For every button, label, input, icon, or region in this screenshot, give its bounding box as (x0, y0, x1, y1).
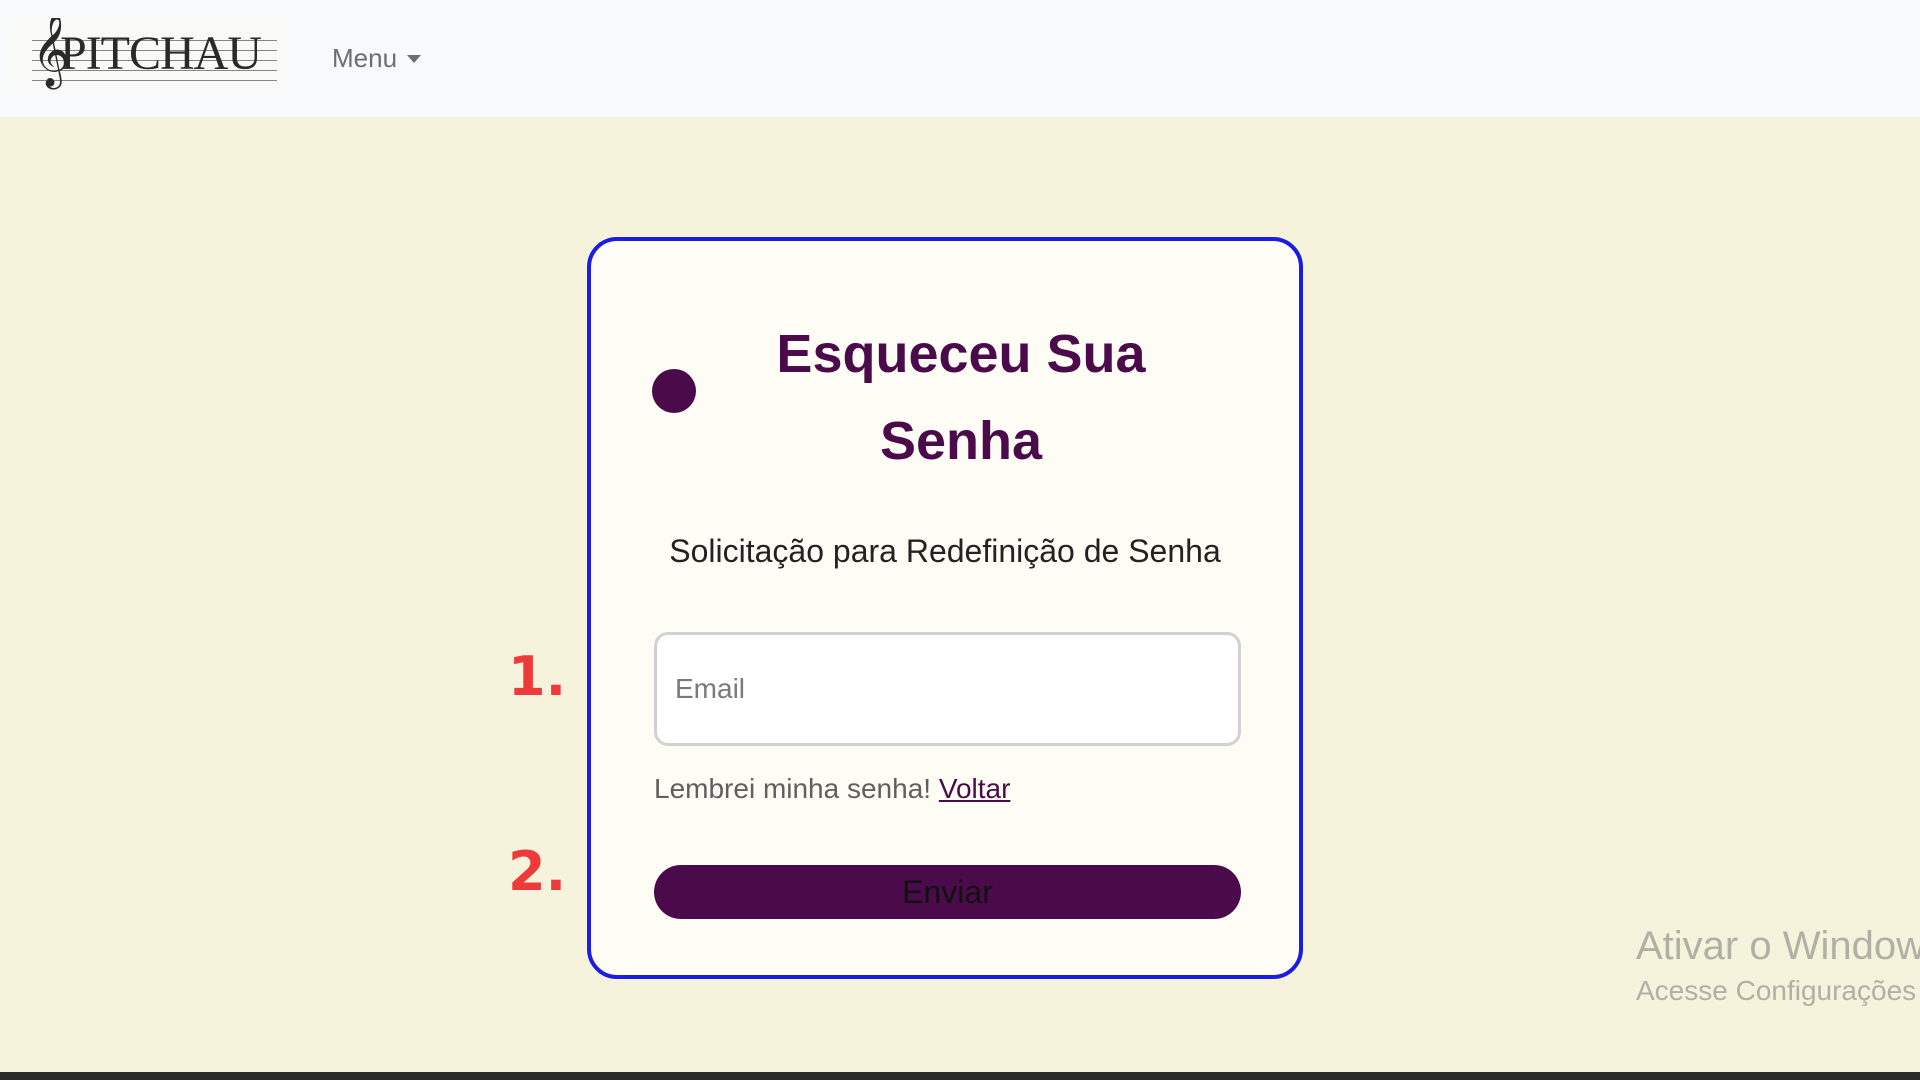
windows-activation-watermark: Ativar o Windows Acesse Configurações (1636, 922, 1920, 1012)
step-2-annotation: 2. (508, 840, 567, 903)
back-link[interactable]: Voltar (939, 773, 1011, 804)
watermark-title: Ativar o Windows (1636, 924, 1920, 968)
bottom-bar (0, 1072, 1920, 1080)
remember-password-text: Lembrei minha senha! (654, 773, 932, 804)
forgot-password-card: Esqueceu Sua Senha Solicitação para Rede… (587, 237, 1303, 979)
pitchau-logo[interactable]: 𝄞 PITCHAU (10, 18, 287, 92)
page-subtitle: Solicitação para Redefinição de Senha (669, 533, 1221, 569)
navbar: 𝄞 PITCHAU Menu (0, 0, 1920, 117)
logo-text: PITCHAU (60, 27, 262, 80)
dot-icon (652, 369, 696, 413)
watermark-subtitle: Acesse Configurações (1636, 975, 1917, 1006)
step-1-annotation: 1. (508, 645, 567, 708)
menu-label: Menu (332, 42, 398, 73)
submit-button[interactable]: Enviar (654, 865, 1241, 919)
page-title: Esqueceu Sua Senha (776, 324, 1146, 471)
remember-password-row: Lembrei minha senha! Voltar (654, 773, 1010, 805)
chevron-down-icon (407, 55, 422, 63)
email-field[interactable] (654, 632, 1241, 746)
menu-dropdown-toggle[interactable]: Menu (332, 40, 422, 76)
